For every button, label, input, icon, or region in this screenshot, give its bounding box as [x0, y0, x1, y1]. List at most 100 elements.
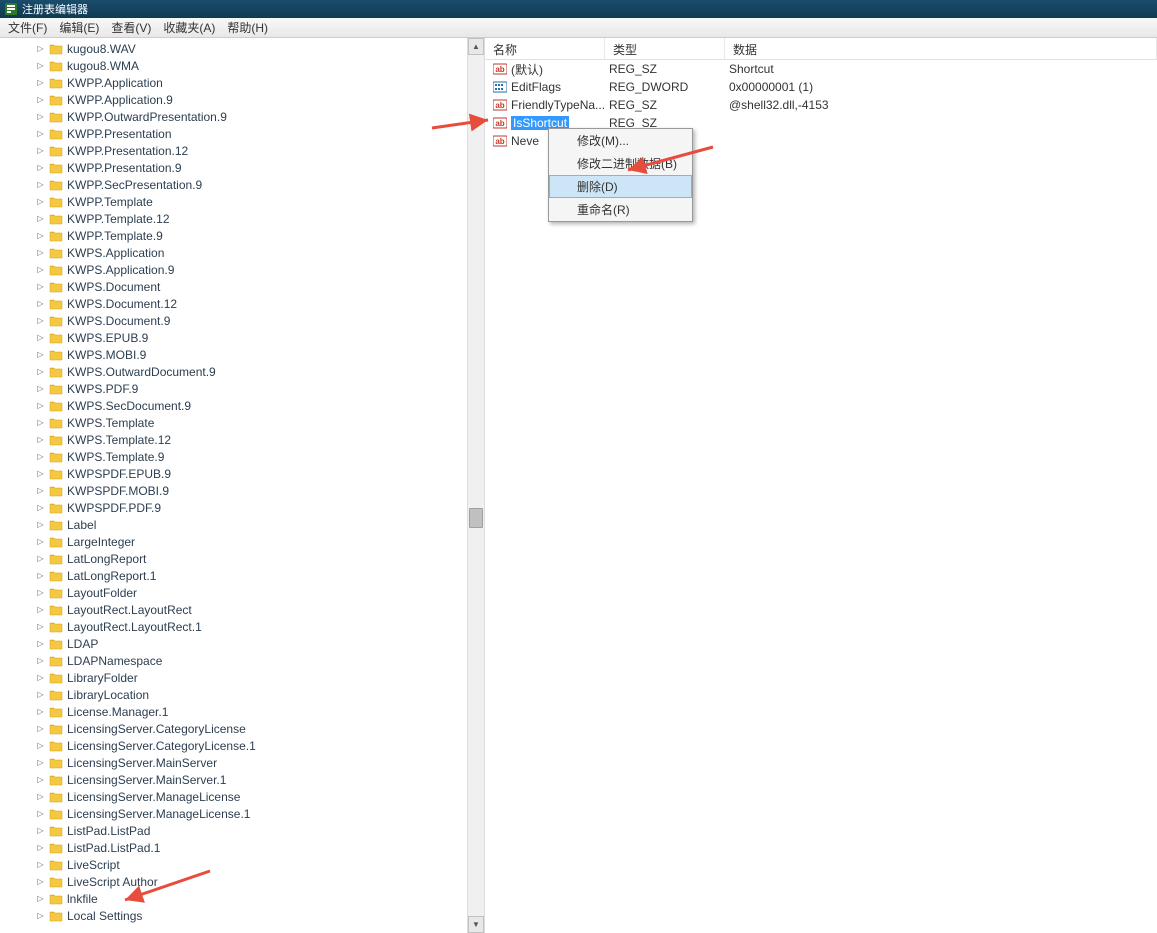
tree-item[interactable]: ▷LiveScript Author	[0, 873, 484, 890]
expand-icon[interactable]: ▷	[36, 129, 45, 138]
tree-item[interactable]: ▷LiveScript	[0, 856, 484, 873]
tree-item[interactable]: ▷KWPP.Template.12	[0, 210, 484, 227]
expand-icon[interactable]: ▷	[36, 673, 45, 682]
tree-item[interactable]: ▷KWPS.Template	[0, 414, 484, 431]
expand-icon[interactable]: ▷	[36, 435, 45, 444]
tree-item[interactable]: ▷KWPS.Document.9	[0, 312, 484, 329]
tree-item[interactable]: ▷KWPS.Document	[0, 278, 484, 295]
expand-icon[interactable]: ▷	[36, 112, 45, 121]
expand-icon[interactable]: ▷	[36, 95, 45, 104]
tree-item[interactable]: ▷KWPP.Presentation.9	[0, 159, 484, 176]
expand-icon[interactable]: ▷	[36, 758, 45, 767]
expand-icon[interactable]: ▷	[36, 146, 45, 155]
expand-icon[interactable]: ▷	[36, 350, 45, 359]
tree-item[interactable]: ▷KWPS.Application	[0, 244, 484, 261]
scroll-down-button[interactable]: ▼	[468, 916, 484, 933]
value-row[interactable]: abFriendlyTypeNa...REG_SZ@shell32.dll,-4…	[485, 96, 1157, 114]
expand-icon[interactable]: ▷	[36, 741, 45, 750]
tree-item[interactable]: ▷kugou8.WAV	[0, 40, 484, 57]
menu-delete[interactable]: 删除(D)	[549, 175, 692, 198]
column-data[interactable]: 数据	[725, 38, 1157, 59]
tree-item[interactable]: ▷KWPP.Presentation.12	[0, 142, 484, 159]
expand-icon[interactable]: ▷	[36, 78, 45, 87]
menu-edit[interactable]: 编辑(E)	[53, 17, 105, 38]
menu-modify[interactable]: 修改(M)...	[549, 129, 692, 152]
tree-item[interactable]: ▷KWPSPDF.MOBI.9	[0, 482, 484, 499]
expand-icon[interactable]: ▷	[36, 894, 45, 903]
tree-item[interactable]: ▷lnkfile	[0, 890, 484, 907]
expand-icon[interactable]: ▷	[36, 707, 45, 716]
tree-item[interactable]: ▷KWPS.EPUB.9	[0, 329, 484, 346]
expand-icon[interactable]: ▷	[36, 163, 45, 172]
tree-item[interactable]: ▷License.Manager.1	[0, 703, 484, 720]
expand-icon[interactable]: ▷	[36, 605, 45, 614]
tree-item[interactable]: ▷KWPS.Template.12	[0, 431, 484, 448]
expand-icon[interactable]: ▷	[36, 775, 45, 784]
tree-item[interactable]: ▷Local Settings	[0, 907, 484, 924]
tree-item[interactable]: ▷KWPSPDF.EPUB.9	[0, 465, 484, 482]
expand-icon[interactable]: ▷	[36, 418, 45, 427]
expand-icon[interactable]: ▷	[36, 248, 45, 257]
tree-item[interactable]: ▷KWPS.Template.9	[0, 448, 484, 465]
value-row[interactable]: EditFlagsREG_DWORD0x00000001 (1)	[485, 78, 1157, 96]
scroll-thumb[interactable]	[469, 508, 483, 528]
expand-icon[interactable]: ▷	[36, 401, 45, 410]
expand-icon[interactable]: ▷	[36, 639, 45, 648]
value-row[interactable]: ab(默认)REG_SZShortcut	[485, 60, 1157, 78]
tree-item[interactable]: ▷KWPS.Application.9	[0, 261, 484, 278]
tree-item[interactable]: ▷LibraryLocation	[0, 686, 484, 703]
menu-modify-binary[interactable]: 修改二进制数据(B)	[549, 152, 692, 175]
tree-item[interactable]: ▷LatLongReport.1	[0, 567, 484, 584]
tree-item[interactable]: ▷KWPP.Application	[0, 74, 484, 91]
expand-icon[interactable]: ▷	[36, 231, 45, 240]
tree-item[interactable]: ▷LicensingServer.MainServer.1	[0, 771, 484, 788]
column-type[interactable]: 类型	[605, 38, 725, 59]
expand-icon[interactable]: ▷	[36, 469, 45, 478]
expand-icon[interactable]: ▷	[36, 333, 45, 342]
expand-icon[interactable]: ▷	[36, 656, 45, 665]
expand-icon[interactable]: ▷	[36, 860, 45, 869]
expand-icon[interactable]: ▷	[36, 486, 45, 495]
expand-icon[interactable]: ▷	[36, 265, 45, 274]
expand-icon[interactable]: ▷	[36, 826, 45, 835]
expand-icon[interactable]: ▷	[36, 503, 45, 512]
tree-item[interactable]: ▷LicensingServer.CategoryLicense.1	[0, 737, 484, 754]
tree-item[interactable]: ▷KWPP.Template	[0, 193, 484, 210]
tree-item[interactable]: ▷KWPP.SecPresentation.9	[0, 176, 484, 193]
tree-item[interactable]: ▷Label	[0, 516, 484, 533]
tree-item[interactable]: ▷LargeInteger	[0, 533, 484, 550]
tree-item[interactable]: ▷kugou8.WMA	[0, 57, 484, 74]
menu-view[interactable]: 查看(V)	[105, 17, 157, 38]
tree-item[interactable]: ▷LibraryFolder	[0, 669, 484, 686]
expand-icon[interactable]: ▷	[36, 792, 45, 801]
tree-item[interactable]: ▷KWPS.PDF.9	[0, 380, 484, 397]
expand-icon[interactable]: ▷	[36, 61, 45, 70]
column-name[interactable]: 名称	[485, 38, 605, 59]
tree-item[interactable]: ▷KWPP.Application.9	[0, 91, 484, 108]
tree-item[interactable]: ▷ListPad.ListPad.1	[0, 839, 484, 856]
menu-file[interactable]: 文件(F)	[2, 17, 53, 38]
expand-icon[interactable]: ▷	[36, 554, 45, 563]
expand-icon[interactable]: ▷	[36, 724, 45, 733]
tree-item[interactable]: ▷KWPS.MOBI.9	[0, 346, 484, 363]
tree-item[interactable]: ▷KWPS.OutwardDocument.9	[0, 363, 484, 380]
expand-icon[interactable]: ▷	[36, 809, 45, 818]
expand-icon[interactable]: ▷	[36, 197, 45, 206]
menu-rename[interactable]: 重命名(R)	[549, 198, 692, 221]
expand-icon[interactable]: ▷	[36, 537, 45, 546]
tree-item[interactable]: ▷KWPS.Document.12	[0, 295, 484, 312]
tree-item[interactable]: ▷ListPad.ListPad	[0, 822, 484, 839]
expand-icon[interactable]: ▷	[36, 180, 45, 189]
expand-icon[interactable]: ▷	[36, 877, 45, 886]
expand-icon[interactable]: ▷	[36, 282, 45, 291]
expand-icon[interactable]: ▷	[36, 44, 45, 53]
tree-item[interactable]: ▷LayoutRect.LayoutRect.1	[0, 618, 484, 635]
tree-item[interactable]: ▷LDAP	[0, 635, 484, 652]
tree-item[interactable]: ▷LayoutFolder	[0, 584, 484, 601]
expand-icon[interactable]: ▷	[36, 452, 45, 461]
expand-icon[interactable]: ▷	[36, 911, 45, 920]
tree-item[interactable]: ▷KWPP.OutwardPresentation.9	[0, 108, 484, 125]
expand-icon[interactable]: ▷	[36, 843, 45, 852]
expand-icon[interactable]: ▷	[36, 367, 45, 376]
tree-item[interactable]: ▷LicensingServer.MainServer	[0, 754, 484, 771]
